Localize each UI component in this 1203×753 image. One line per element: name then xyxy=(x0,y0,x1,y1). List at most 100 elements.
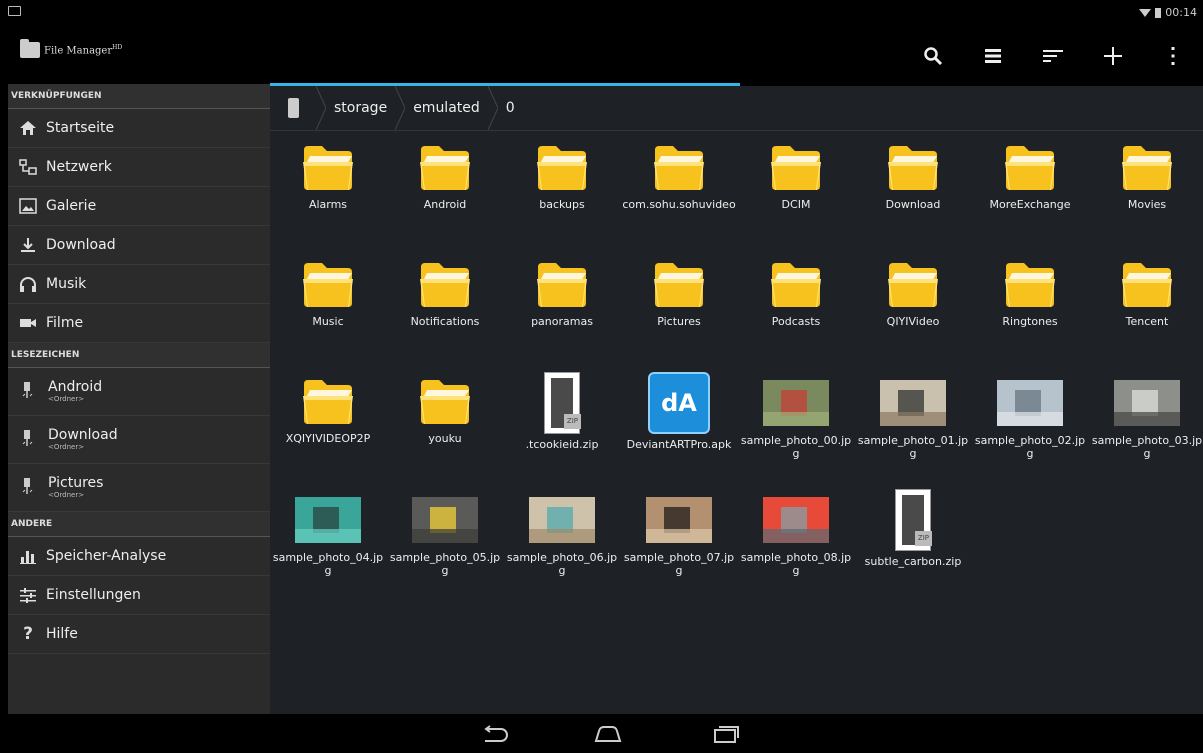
file-item[interactable]: sample_photo_02.jpg xyxy=(972,372,1088,460)
chart-icon xyxy=(18,546,38,566)
file-name: sample_photo_05.jpg xyxy=(389,551,501,577)
folder-item[interactable]: youku xyxy=(387,372,503,445)
sidebar-item-hilfe[interactable]: ? Hilfe xyxy=(8,615,270,654)
file-item[interactable]: sample_photo_00.jpg xyxy=(738,372,854,460)
folder-item[interactable]: Music xyxy=(270,255,386,328)
breadcrumb-emulated[interactable]: emulated xyxy=(405,100,488,116)
folder-item[interactable]: Tencent xyxy=(1089,255,1203,328)
breadcrumb-current[interactable]: 0 xyxy=(498,100,523,116)
folder-icon xyxy=(417,372,473,428)
folder-item[interactable]: DCIM xyxy=(738,138,854,211)
zip-icon xyxy=(544,372,581,434)
file-item[interactable]: subtle_carbon.zip xyxy=(855,489,971,568)
back-button[interactable] xyxy=(474,720,514,748)
sidebar-item-label: Speicher-Analyse xyxy=(46,548,167,564)
folder-item[interactable]: Ringtones xyxy=(972,255,1088,328)
sidebar-item-speicher-analyse[interactable]: Speicher-Analyse xyxy=(8,537,270,576)
sort-button[interactable] xyxy=(1023,28,1083,84)
video-camera-icon xyxy=(18,313,38,333)
sidebar-item-download[interactable]: Download xyxy=(8,226,270,265)
sidebar-item-label: Startseite xyxy=(46,120,115,136)
folder-item[interactable]: Podcasts xyxy=(738,255,854,328)
sidebar-item-einstellungen[interactable]: Einstellungen xyxy=(8,576,270,615)
file-item[interactable]: sample_photo_03.jpg xyxy=(1089,372,1203,460)
bookmark-icon xyxy=(22,381,38,403)
file-item[interactable]: sample_photo_05.jpg xyxy=(387,489,503,577)
folder-item[interactable]: Pictures xyxy=(621,255,737,328)
sidebar-item-startseite[interactable]: Startseite xyxy=(8,109,270,148)
search-button[interactable] xyxy=(903,28,963,84)
breadcrumb: storage emulated 0 xyxy=(270,86,1203,131)
folder-icon xyxy=(1119,138,1175,194)
folder-item[interactable]: panoramas xyxy=(504,255,620,328)
bookmark-label: Android xyxy=(48,378,103,395)
photo-thumbnail xyxy=(646,497,712,543)
file-name: Alarms xyxy=(308,198,348,211)
folder-item[interactable]: com.sohu.sohuvideo xyxy=(621,138,737,211)
folder-item[interactable]: Android xyxy=(387,138,503,211)
app-title-bar[interactable]: File ManagerHD xyxy=(20,39,123,58)
file-item[interactable]: sample_photo_06.jpg xyxy=(504,489,620,577)
list-view-icon xyxy=(985,49,1001,63)
file-name: Music xyxy=(312,315,344,328)
file-name: sample_photo_04.jpg xyxy=(272,551,384,577)
file-item[interactable]: dA DeviantARTPro.apk xyxy=(621,372,737,451)
status-bar: 00:14 xyxy=(0,0,1203,28)
folder-item[interactable]: Movies xyxy=(1089,138,1203,211)
folder-item[interactable]: QIYIVideo xyxy=(855,255,971,328)
bookmark-download[interactable]: Download <Ordner> xyxy=(8,416,270,464)
sidebar-item-label: Download xyxy=(46,237,116,253)
folder-icon xyxy=(651,255,707,311)
folder-item[interactable]: Alarms xyxy=(270,138,386,211)
section-header-shortcuts: VERKNÜPFUNGEN xyxy=(8,84,270,109)
folder-icon xyxy=(300,138,356,194)
folder-item[interactable]: Download xyxy=(855,138,971,211)
section-header-other: ANDERE xyxy=(8,512,270,537)
folder-icon xyxy=(768,138,824,194)
sliders-icon xyxy=(18,585,38,605)
file-name: sample_photo_03.jpg xyxy=(1091,434,1203,460)
folder-item[interactable]: MoreExchange xyxy=(972,138,1088,211)
file-item[interactable]: sample_photo_01.jpg xyxy=(855,372,971,460)
sidebar-item-musik[interactable]: Musik xyxy=(8,265,270,304)
folder-icon xyxy=(534,138,590,194)
wifi-icon xyxy=(1139,8,1152,17)
home-icon xyxy=(18,118,38,138)
file-item[interactable]: sample_photo_04.jpg xyxy=(270,489,386,577)
folder-item[interactable]: backups xyxy=(504,138,620,211)
add-button[interactable] xyxy=(1083,28,1143,84)
file-name: .tcookieid.zip xyxy=(525,438,599,451)
folder-item[interactable]: Notifications xyxy=(387,255,503,328)
folder-icon xyxy=(417,255,473,311)
home-button[interactable] xyxy=(588,720,628,748)
breadcrumb-storage[interactable]: storage xyxy=(326,100,395,116)
recents-button[interactable] xyxy=(706,720,746,748)
sidebar-item-label: Filme xyxy=(46,315,84,331)
bookmark-android[interactable]: Android <Ordner> xyxy=(8,368,270,416)
sidebar-item-galerie[interactable]: Galerie xyxy=(8,187,270,226)
search-icon xyxy=(924,47,943,66)
breadcrumb-device[interactable] xyxy=(270,86,316,130)
sidebar-item-label: Hilfe xyxy=(46,626,78,642)
sidebar-item-label: Musik xyxy=(46,276,87,292)
download-icon xyxy=(18,235,38,255)
section-header-bookmarks: LESEZEICHEN xyxy=(8,343,270,368)
plus-icon xyxy=(1104,47,1122,65)
bookmark-pictures[interactable]: Pictures <Ordner> xyxy=(8,464,270,512)
photo-thumbnail xyxy=(295,497,361,543)
folder-item[interactable]: XQIYIVIDEOP2P xyxy=(270,372,386,445)
breadcrumb-separator-icon xyxy=(316,86,326,130)
file-item[interactable]: sample_photo_08.jpg xyxy=(738,489,854,577)
app-title: File ManagerHD xyxy=(44,43,123,57)
action-icons xyxy=(903,28,1203,84)
view-mode-button[interactable] xyxy=(963,28,1023,84)
sidebar-item-filme[interactable]: Filme xyxy=(8,304,270,343)
sidebar-item-netzwerk[interactable]: Netzwerk xyxy=(8,148,270,187)
file-name: Pictures xyxy=(657,315,701,328)
sidebar: VERKNÜPFUNGEN Startseite Netzwerk Galerie D… xyxy=(8,84,270,714)
breadcrumb-separator-icon xyxy=(395,86,406,130)
file-item[interactable]: .tcookieid.zip xyxy=(504,372,620,451)
bookmark-label: Download xyxy=(48,426,118,443)
overflow-menu-button[interactable] xyxy=(1143,28,1203,84)
file-item[interactable]: sample_photo_07.jpg xyxy=(621,489,737,577)
